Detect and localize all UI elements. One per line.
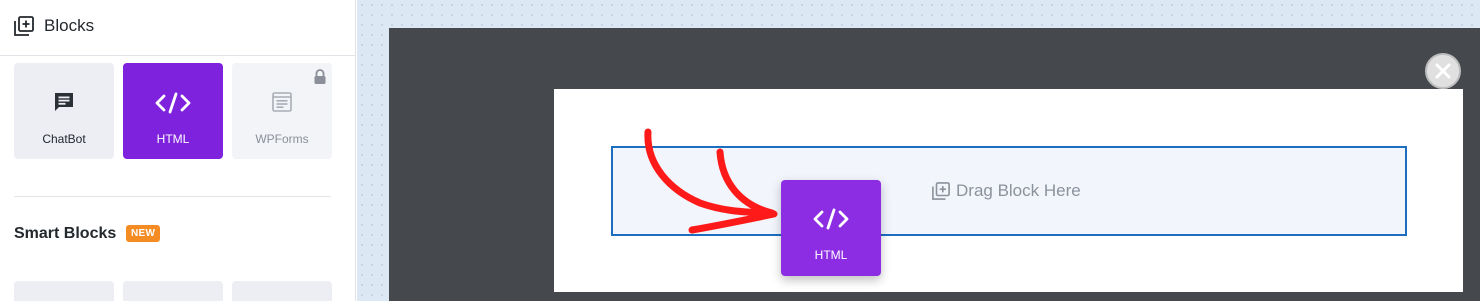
add-block-icon bbox=[932, 182, 950, 200]
smart-block-tile[interactable] bbox=[14, 281, 114, 301]
smart-block-tile[interactable] bbox=[232, 281, 332, 301]
smart-block-tile[interactable] bbox=[123, 281, 223, 301]
form-icon bbox=[272, 92, 292, 112]
block-label: WPForms bbox=[255, 132, 309, 146]
section-divider bbox=[14, 196, 331, 197]
code-icon bbox=[813, 208, 849, 230]
chat-icon bbox=[55, 93, 73, 111]
drop-zone-text: Drag Block Here bbox=[956, 181, 1081, 200]
sidebar-title: Blocks bbox=[44, 16, 95, 35]
block-label: ChatBot bbox=[42, 132, 86, 146]
block-tile-wpforms[interactable]: WPForms bbox=[232, 63, 332, 159]
drop-zone-label: Drag Block Here bbox=[932, 181, 1081, 201]
block-label: HTML bbox=[156, 132, 190, 146]
block-tile-chatbot[interactable]: ChatBot bbox=[14, 63, 114, 159]
smart-blocks-heading: Smart Blocks bbox=[14, 225, 117, 242]
blocks-sidebar: Blocks ChatBot HTML WPForms Smart Blocks… bbox=[0, 0, 356, 301]
code-icon bbox=[155, 92, 191, 114]
dragged-html-block[interactable]: HTML bbox=[781, 180, 881, 276]
block-tile-html[interactable]: HTML bbox=[123, 63, 223, 159]
sidebar-header: Blocks bbox=[0, 0, 356, 56]
lock-icon bbox=[314, 69, 326, 84]
new-badge: NEW bbox=[126, 225, 161, 242]
dragged-block-label: HTML bbox=[814, 248, 848, 262]
close-icon bbox=[1435, 63, 1451, 79]
close-button[interactable] bbox=[1425, 53, 1461, 89]
add-block-icon bbox=[14, 16, 34, 36]
